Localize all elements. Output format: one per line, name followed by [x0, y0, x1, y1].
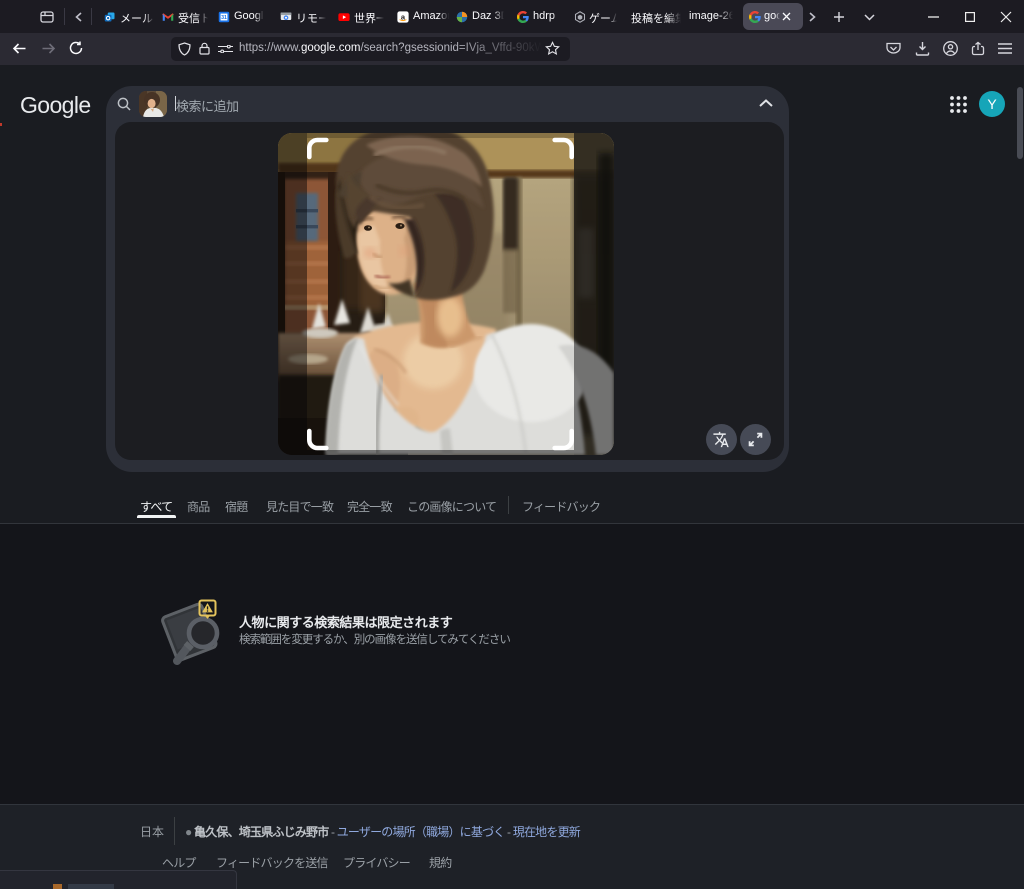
svg-text:31: 31: [221, 15, 227, 21]
